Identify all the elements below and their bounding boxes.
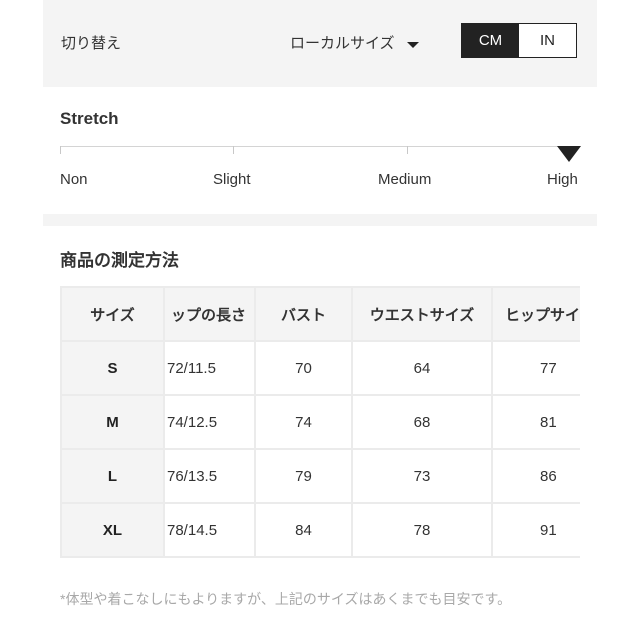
section-divider [43, 214, 597, 226]
unit-in-button[interactable]: IN [519, 24, 576, 57]
top-length-cell: 76/13.5 [163, 448, 256, 504]
unit-toggle: CM IN [461, 23, 577, 58]
hip-cell: 77 [491, 340, 580, 396]
size-system-label: ローカルサイズ [290, 35, 395, 52]
size-cell: S [60, 340, 165, 396]
hip-cell: 81 [491, 394, 580, 450]
bust-cell: 79 [254, 448, 353, 504]
stretch-tick-medium [407, 146, 408, 154]
stretch-level-slight: Slight [213, 171, 251, 188]
size-table-scroll[interactable]: サイズ ップの長さ バスト ウエストサイズ ヒップサイ S 72/11.5 70… [60, 286, 580, 571]
stretch-tick-non [60, 146, 61, 154]
bust-cell: 74 [254, 394, 353, 450]
stretch-marker-icon [557, 146, 581, 162]
stretch-level-non: Non [60, 171, 88, 188]
stretch-title: Stretch [60, 109, 119, 128]
caret-down-icon [406, 41, 419, 48]
table-row: L 76/13.5 79 73 86 [60, 448, 580, 504]
unit-switch-bar: 切り替え ローカルサイズ CM IN [43, 0, 597, 87]
header-bust: バスト [254, 286, 353, 342]
hip-cell: 86 [491, 448, 580, 504]
header-size: サイズ [60, 286, 165, 342]
unit-cm-button[interactable]: CM [462, 24, 519, 57]
stretch-level-medium: Medium [378, 171, 432, 188]
table-row: S 72/11.5 70 64 77 [60, 340, 580, 396]
table-row: XL 78/14.5 84 78 91 [60, 502, 580, 558]
top-length-cell: 74/12.5 [163, 394, 256, 450]
waist-cell: 78 [351, 502, 493, 558]
waist-cell: 64 [351, 340, 493, 396]
bust-cell: 70 [254, 340, 353, 396]
table-row: M 74/12.5 74 68 81 [60, 394, 580, 450]
bust-cell: 84 [254, 502, 353, 558]
header-hip: ヒップサイ [491, 286, 580, 342]
size-cell: M [60, 394, 165, 450]
size-cell: XL [60, 502, 165, 558]
stretch-level-high: High [547, 171, 578, 188]
top-length-cell: 72/11.5 [163, 340, 256, 396]
size-table: サイズ ップの長さ バスト ウエストサイズ ヒップサイ S 72/11.5 70… [60, 286, 580, 558]
waist-cell: 73 [351, 448, 493, 504]
top-length-cell: 78/14.5 [163, 502, 256, 558]
header-top-length: ップの長さ [163, 286, 256, 342]
stretch-scale-track [60, 146, 569, 147]
switch-label: 切り替え [61, 35, 122, 52]
size-system-dropdown[interactable]: ローカルサイズ [290, 32, 419, 53]
hip-cell: 91 [491, 502, 580, 558]
stretch-tick-slight [233, 146, 234, 154]
measurement-title: 商品の測定方法 [60, 251, 179, 270]
size-cell: L [60, 448, 165, 504]
header-waist: ウエストサイズ [351, 286, 493, 342]
waist-cell: 68 [351, 394, 493, 450]
table-header-row: サイズ ップの長さ バスト ウエストサイズ ヒップサイ [60, 286, 580, 342]
size-disclaimer-note: *体型や着こなしにもよりますが、上記のサイズはあくまでも目安です。 [60, 591, 512, 607]
